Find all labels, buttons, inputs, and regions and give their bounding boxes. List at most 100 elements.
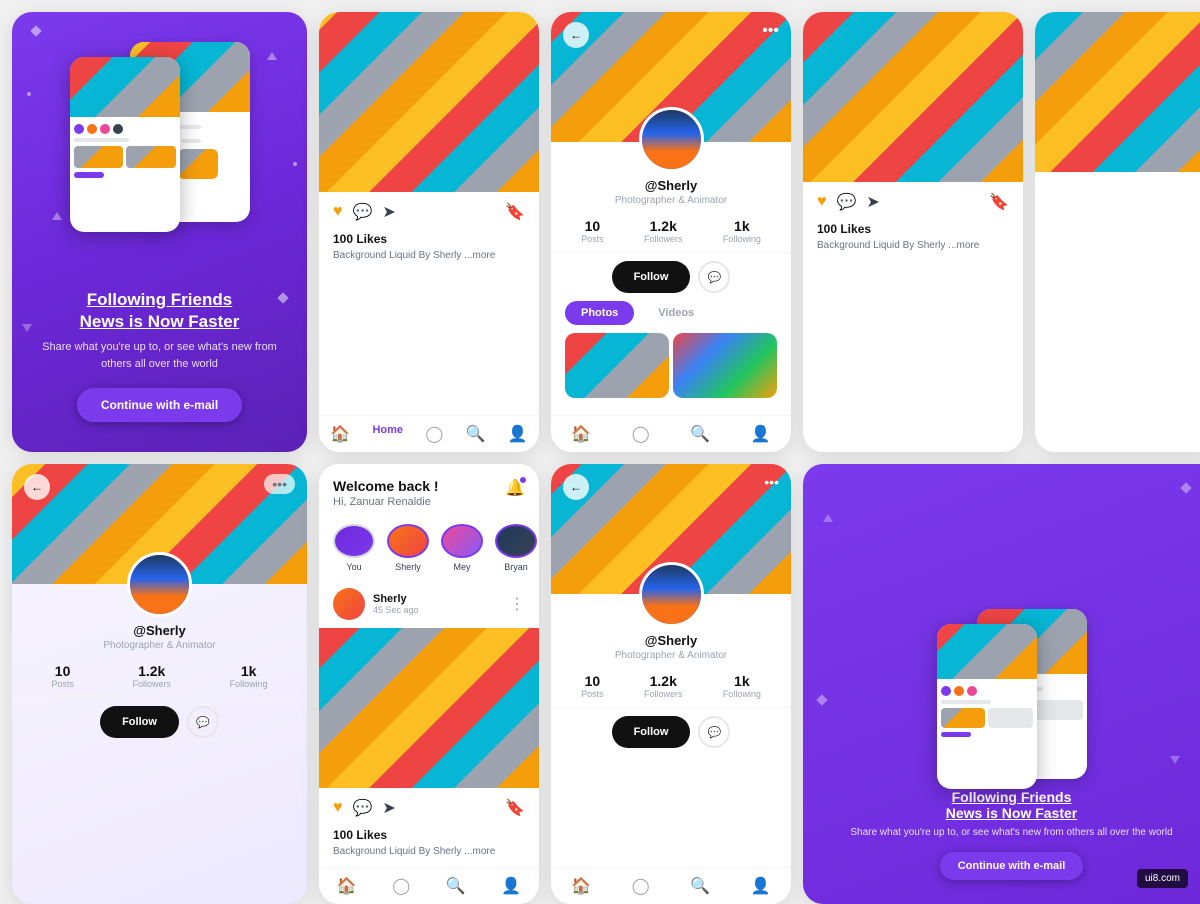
profile-nav-user[interactable]: 👤	[751, 424, 771, 444]
profile-avatar-bc	[639, 562, 704, 627]
stat-followers-label-bl: Followers	[132, 679, 171, 689]
profile-back-button[interactable]: ←	[563, 22, 589, 48]
feed-nav-search[interactable]: 🔍	[446, 876, 466, 896]
stat-followers-label: Followers	[644, 234, 683, 244]
feed-nav-profile[interactable]: 👤	[501, 876, 521, 896]
post-card-top-right: ♥ 💬 ➤ 🔖 100 Likes Background Liquid By S…	[803, 12, 1023, 452]
share-icon-right[interactable]: ➤	[866, 192, 879, 212]
stat-posts-bl: 10 Posts	[51, 663, 74, 689]
profile-stats-bc: 10 Posts 1.2k Followers 1k Following	[551, 661, 791, 708]
share-icon[interactable]: ➤	[382, 202, 395, 222]
post-user-avatar	[333, 588, 365, 620]
stat-following-label-bc: Following	[723, 689, 761, 699]
phone-mockup	[70, 32, 250, 232]
story-avatar-mey	[441, 524, 483, 558]
more-btn-bottom-left[interactable]: •••	[264, 474, 295, 494]
stat-posts-label-bc: Posts	[581, 689, 604, 699]
story-bryan[interactable]: Bryan	[495, 524, 537, 572]
profile-username-bc: @Sherly	[645, 633, 697, 648]
post-likes-top-right: 100 Likes	[803, 222, 1023, 236]
comment-icon-right[interactable]: 💬	[837, 192, 857, 212]
more-btn-bc[interactable]: •••	[764, 474, 779, 490]
notification-bell[interactable]: 🔔	[505, 478, 525, 498]
story-name-mey: Mey	[453, 562, 470, 572]
feed-like-icon[interactable]: ♥	[333, 799, 343, 817]
profile-nav-bc-user[interactable]: 👤	[751, 876, 771, 896]
story-name-sherly: Sherly	[395, 562, 421, 572]
stat-following-bc: 1k Following	[723, 673, 761, 699]
feed-card: Welcome back ! Hi, Zanuar Renaldie 🔔 You…	[319, 464, 539, 904]
profile-gallery	[551, 325, 791, 406]
follow-button-bc[interactable]: Follow	[612, 716, 691, 748]
comment-icon[interactable]: 💬	[353, 202, 373, 222]
post-user-row: Sherly 45 Sec ago ⋮	[319, 580, 539, 628]
stat-followers-num-bl: 1.2k	[132, 663, 171, 679]
stat-following-num-bc: 1k	[723, 673, 761, 689]
post-image-top	[319, 12, 539, 192]
profile-nav-explore[interactable]: ◯	[632, 424, 650, 444]
message-button-center[interactable]: 💬	[698, 261, 730, 293]
post-card-top: ♥ 💬 ➤ 🔖 100 Likes Background Liquid By S…	[319, 12, 539, 452]
bookmark-icon[interactable]: 🔖	[505, 202, 525, 222]
feed-welcome-text: Welcome back !	[333, 478, 439, 494]
stat-following: 1k Following	[723, 218, 761, 244]
follow-button-center[interactable]: Follow	[612, 261, 691, 293]
nav-profile[interactable]: 👤	[508, 424, 528, 444]
tab-photos[interactable]: Photos	[565, 301, 634, 325]
feed-username-text: Hi, Zanuar Renaldie	[333, 496, 439, 508]
tab-videos[interactable]: Videos	[642, 301, 710, 325]
stat-posts-label-bl: Posts	[51, 679, 74, 689]
profile-tabs: Photos Videos	[551, 301, 791, 325]
feed-nav-explore[interactable]: ◯	[392, 876, 410, 896]
profile-nav-bc-search[interactable]: 🔍	[690, 876, 710, 896]
feed-post-actions: ♥ 💬 ➤ 🔖	[319, 788, 539, 828]
message-btn-bottom-left[interactable]: 💬	[187, 706, 219, 738]
stat-followers-bc: 1.2k Followers	[644, 673, 683, 699]
like-icon[interactable]: ♥	[333, 203, 343, 221]
nav-home[interactable]: 🏠	[330, 424, 350, 444]
stat-following-bl: 1k Following	[230, 663, 268, 689]
profile-card-bottom-center: ← ••• @Sherly Photographer & Animator 10…	[551, 464, 791, 904]
story-sherly[interactable]: Sherly	[387, 524, 429, 572]
profile-avatar-bottom-left	[127, 552, 192, 617]
stat-posts-label: Posts	[581, 234, 604, 244]
stories-row: You Sherly Mey Bryan	[319, 516, 539, 580]
profile-more-button[interactable]: •••	[762, 22, 779, 40]
back-btn-bottom-left[interactable]: ←	[24, 474, 50, 500]
nav-explore[interactable]: ◯	[425, 424, 443, 444]
story-you[interactable]: You	[333, 524, 375, 572]
post-desc-top-right: Background Liquid By Sherly ...more	[803, 236, 1023, 261]
hero-cta-button[interactable]: Continue with e-mail	[77, 388, 242, 422]
feed-comment-icon[interactable]: 💬	[353, 798, 373, 818]
right-hero-cta-button[interactable]: Continue with e-mail	[940, 852, 1084, 880]
hero-card-right: Following Friends News is Now Faster Sha…	[803, 464, 1200, 904]
message-btn-bc[interactable]: 💬	[698, 716, 730, 748]
feed-post-image	[319, 628, 539, 788]
nav-search[interactable]: 🔍	[466, 424, 486, 444]
feed-nav-home[interactable]: 🏠	[337, 876, 357, 896]
profile-nav: 🏠 ◯ 🔍 👤	[551, 415, 791, 452]
follow-button-bottom-left[interactable]: Follow	[100, 706, 179, 738]
feed-nav: 🏠 ◯ 🔍 👤	[319, 867, 539, 904]
like-icon-right[interactable]: ♥	[817, 193, 827, 211]
hero-card-left: Following Friends News is Now Faster Sha…	[12, 12, 307, 452]
profile-nav-bc-home[interactable]: 🏠	[571, 876, 591, 896]
profile-card-bottom-left: ← ••• @Sherly Photographer & Animator 10…	[12, 464, 307, 904]
stat-posts-bc: 10 Posts	[581, 673, 604, 699]
post-user-info: Sherly 45 Sec ago	[373, 593, 501, 615]
feed-bookmark-icon[interactable]: 🔖	[505, 798, 525, 818]
post-desc-top: Background Liquid By Sherly ...more	[319, 246, 539, 271]
back-btn-bc[interactable]: ←	[563, 474, 589, 500]
bookmark-icon-right[interactable]: 🔖	[989, 192, 1009, 212]
profile-nav-search[interactable]: 🔍	[690, 424, 710, 444]
post-more-btn[interactable]: ⋮	[509, 594, 525, 614]
profile-bio: Photographer & Animator	[615, 195, 727, 206]
story-mey[interactable]: Mey	[441, 524, 483, 572]
stat-followers-num: 1.2k	[644, 218, 683, 234]
feed-share-icon[interactable]: ➤	[382, 798, 395, 818]
hero-subtitle: Share what you're up to, or see what's n…	[32, 339, 287, 372]
post-user-name: Sherly	[373, 593, 501, 605]
profile-nav-home[interactable]: 🏠	[571, 424, 591, 444]
right-hero-title: Following Friends News is Now Faster	[850, 789, 1172, 821]
profile-nav-bc-explore[interactable]: ◯	[632, 876, 650, 896]
